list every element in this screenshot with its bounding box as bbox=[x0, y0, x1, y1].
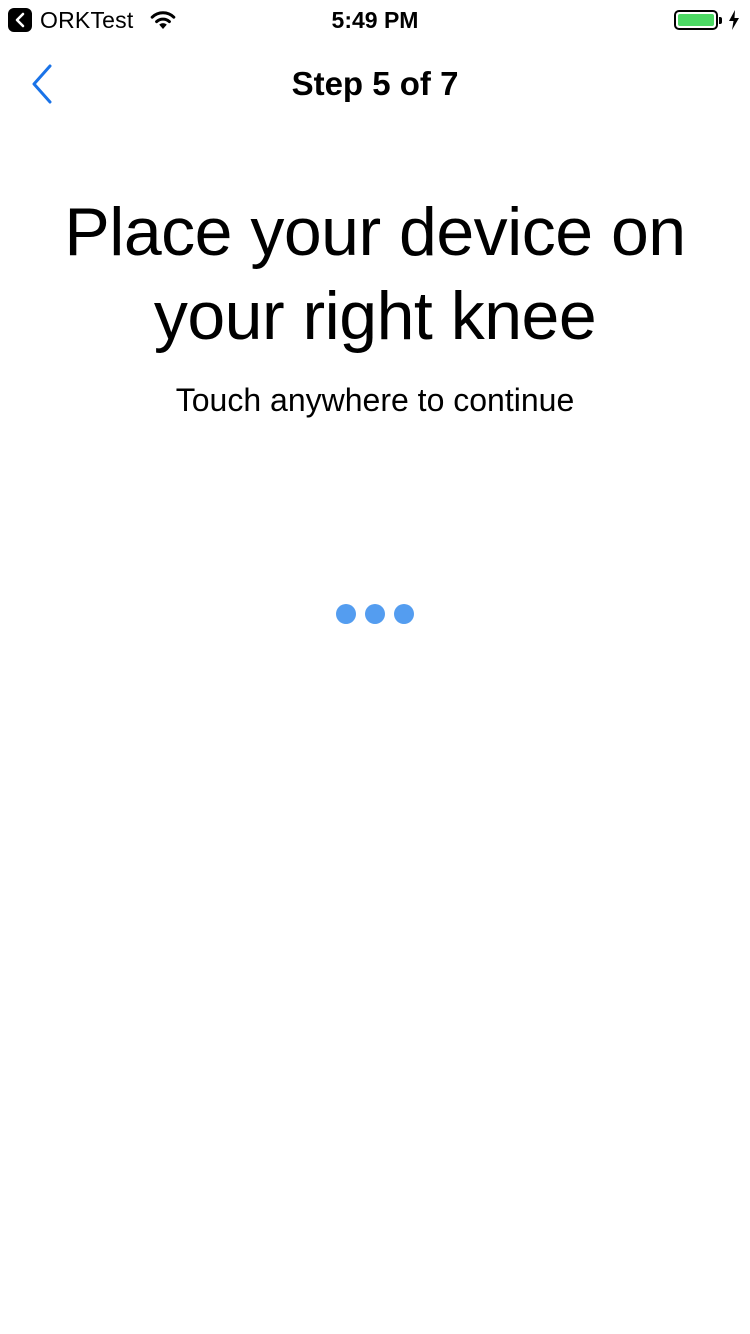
instruction-text: Touch anywhere to continue bbox=[175, 382, 575, 418]
activity-indicator bbox=[336, 603, 414, 625]
touch-anywhere-area[interactable]: Place your device on your right knee Tou… bbox=[0, 128, 750, 1334]
status-bar: ORKTest 5:49 PM bbox=[0, 0, 750, 40]
activity-dot bbox=[336, 604, 356, 624]
charging-bolt-icon bbox=[729, 10, 739, 30]
activity-dot bbox=[365, 604, 385, 624]
instruction-headline: Place your device on your right knee bbox=[64, 194, 686, 354]
navigation-bar: Step 5 of 7 bbox=[0, 40, 750, 128]
step-title: Step 5 of 7 bbox=[291, 65, 459, 102]
status-right bbox=[674, 8, 740, 32]
screen: ORKTest 5:49 PM Step 5 of 7 Place your d… bbox=[0, 0, 750, 1334]
battery-level bbox=[678, 14, 714, 26]
activity-dot bbox=[394, 604, 414, 624]
battery-icon bbox=[674, 10, 722, 30]
status-time: 5:49 PM bbox=[331, 7, 419, 33]
